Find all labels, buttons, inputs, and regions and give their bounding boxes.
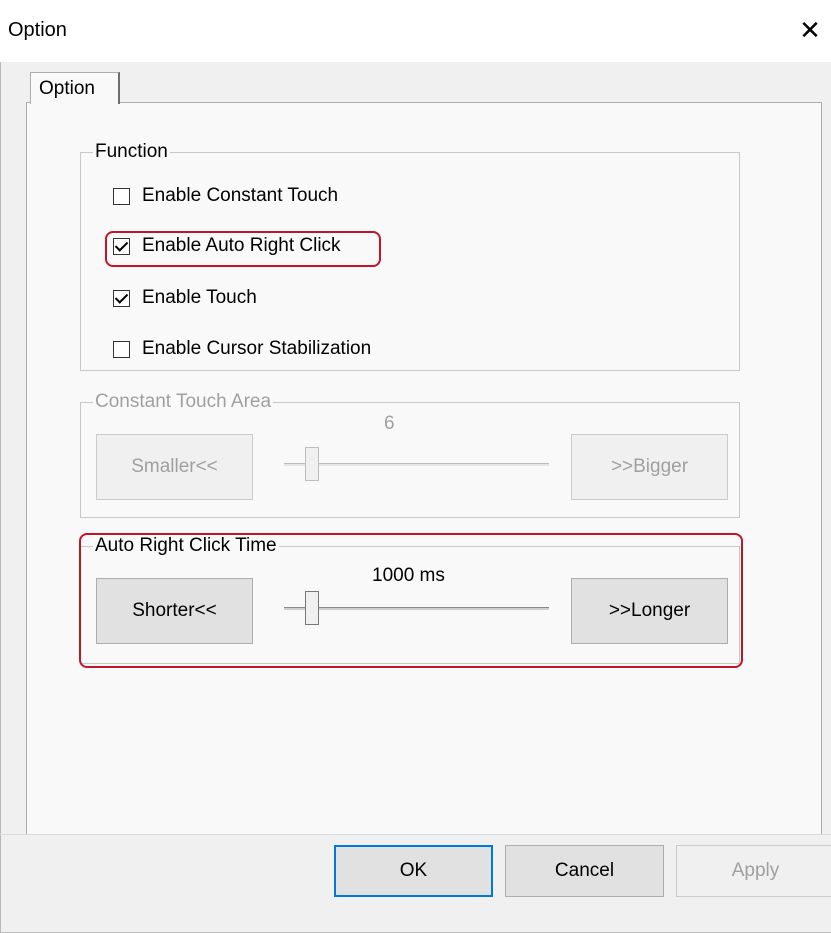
- footer-separator: [0, 834, 831, 835]
- function-legend: Function: [93, 141, 170, 163]
- checkbox-label: Enable Constant Touch: [142, 185, 339, 206]
- title-bar[interactable]: [0, 0, 831, 62]
- close-button[interactable]: ✕: [792, 12, 828, 48]
- apply-button[interactable]: Apply: [676, 845, 831, 897]
- auto-right-click-highlight: [105, 231, 381, 267]
- checkbox-unchecked-icon: [113, 340, 130, 358]
- ok-button[interactable]: OK: [334, 845, 493, 897]
- smaller-button[interactable]: Smaller<<: [96, 434, 253, 500]
- checkbox-unchecked-icon: [113, 187, 130, 205]
- tab-option[interactable]: Option: [30, 72, 120, 104]
- enable-cursor-stabilization-checkbox[interactable]: Enable Cursor Stabilization: [113, 338, 371, 360]
- constant-touch-area-slider-track: [284, 463, 549, 466]
- checkbox-label: Enable Cursor Stabilization: [142, 338, 372, 359]
- checkbox-checked-icon: [113, 289, 130, 307]
- constant-touch-area-legend: Constant Touch Area: [93, 391, 274, 413]
- auto-right-click-time-highlight: [79, 533, 743, 668]
- bigger-button[interactable]: >>Bigger: [571, 434, 728, 500]
- enable-constant-touch-checkbox[interactable]: Enable Constant Touch: [113, 185, 338, 207]
- window-title: Option: [8, 19, 67, 41]
- close-icon: ✕: [799, 15, 821, 45]
- constant-touch-area-slider-thumb[interactable]: [305, 447, 319, 481]
- enable-touch-checkbox[interactable]: Enable Touch: [113, 287, 257, 309]
- constant-touch-area-value: 6: [384, 413, 395, 434]
- cancel-button[interactable]: Cancel: [505, 845, 664, 897]
- checkbox-label: Enable Touch: [142, 287, 257, 308]
